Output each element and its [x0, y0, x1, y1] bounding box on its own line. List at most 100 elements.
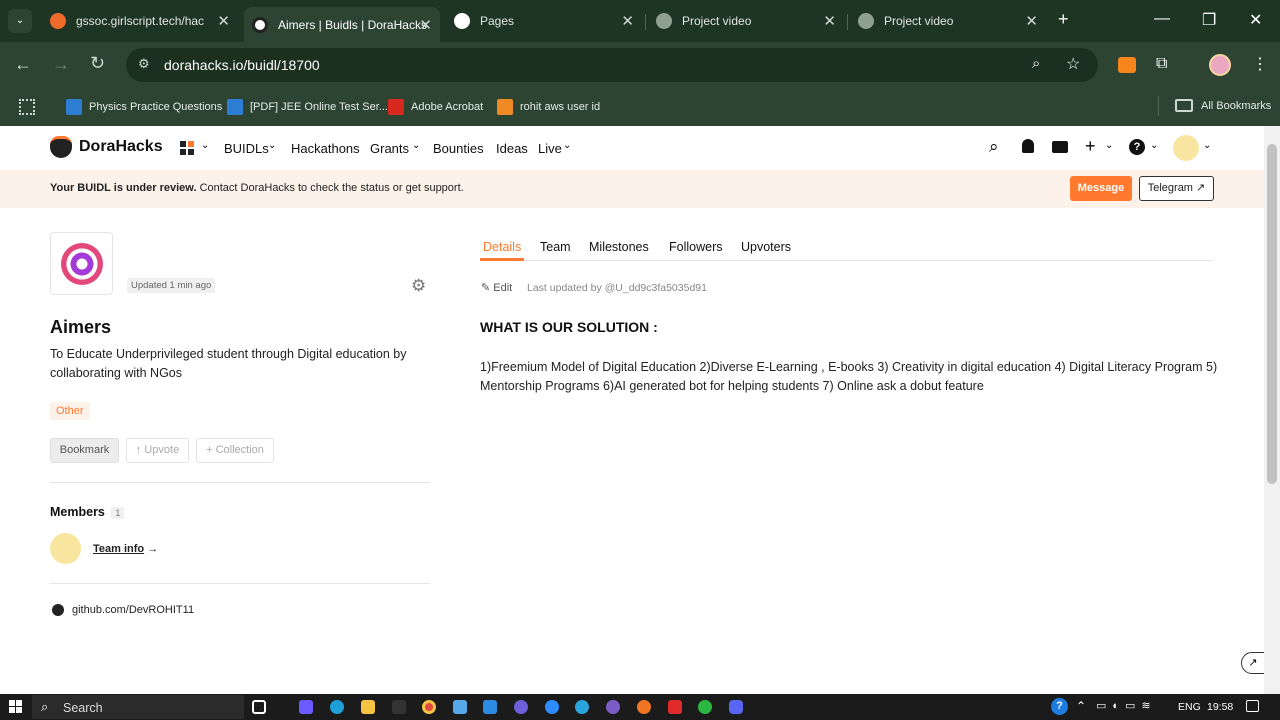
- create-plus-icon[interactable]: +: [1085, 136, 1096, 157]
- scrollbar-thumb[interactable]: [1267, 144, 1277, 484]
- settings-gear-icon[interactable]: ⚙: [411, 276, 426, 296]
- team-info-link[interactable]: Team info →: [93, 543, 158, 555]
- apps-grid-icon[interactable]: [19, 99, 35, 115]
- share-floating-icon[interactable]: ↗: [1241, 652, 1265, 674]
- nav-bounties[interactable]: Bounties: [433, 141, 484, 156]
- bookmark-jee[interactable]: [PDF] JEE Online Test Ser...: [227, 99, 388, 115]
- clock[interactable]: 19:58: [1207, 701, 1233, 713]
- file-explorer-icon[interactable]: [361, 700, 375, 714]
- close-tab-icon[interactable]: ✕: [823, 12, 836, 30]
- tray-chevron-icon[interactable]: ⌃: [1076, 699, 1086, 713]
- metamask-extension-icon[interactable]: [1118, 57, 1136, 73]
- edit-button[interactable]: ✎ Edit: [481, 281, 512, 294]
- close-window-icon[interactable]: ✕: [1249, 10, 1262, 30]
- tab-gssoc[interactable]: gssoc.girlscript.tech/hack-w ✕: [42, 7, 238, 35]
- tab-details[interactable]: Details: [483, 240, 521, 254]
- bookmark-physics[interactable]: Physics Practice Questions: [66, 99, 222, 115]
- member-avatar[interactable]: [50, 533, 81, 564]
- telegram-button[interactable]: Telegram ↗: [1139, 176, 1214, 201]
- tab-aimers[interactable]: Aimers | Buidls | DoraHacks ✕: [244, 7, 440, 42]
- firefox-icon[interactable]: [637, 700, 651, 714]
- bell-icon[interactable]: [1022, 139, 1034, 153]
- user-avatar[interactable]: [1173, 135, 1199, 161]
- forward-icon[interactable]: →: [52, 54, 70, 75]
- tab-upvoters[interactable]: Upvoters: [741, 240, 791, 254]
- team-info-label: Team info: [93, 543, 145, 555]
- bookmarks-bar: Physics Practice Questions [PDF] JEE Onl…: [0, 88, 1280, 126]
- back-icon[interactable]: ←: [14, 54, 32, 75]
- minimize-icon[interactable]: —: [1154, 10, 1170, 28]
- nav-buidls[interactable]: BUIDLs: [224, 141, 269, 156]
- category-tag[interactable]: Other: [50, 402, 90, 420]
- search-placeholder: Search: [63, 701, 103, 715]
- tab-title: Project video: [884, 14, 954, 28]
- profile-avatar[interactable]: [1209, 54, 1231, 76]
- system-tray-icons[interactable]: ▭◐▭≋: [1096, 699, 1157, 712]
- tab-search-button[interactable]: ⌄: [8, 9, 32, 33]
- nav-ideas[interactable]: Ideas: [496, 141, 528, 156]
- youtube-icon[interactable]: [668, 700, 682, 714]
- tab-project-video-1[interactable]: Project video ✕: [648, 7, 844, 35]
- media-player-icon[interactable]: [514, 700, 528, 714]
- page-scrollbar[interactable]: [1264, 126, 1280, 694]
- zoom-app-icon[interactable]: [545, 700, 559, 714]
- chevron-down-icon: ⌄: [1203, 140, 1212, 151]
- tab-project-video-2[interactable]: Project video ✕: [850, 7, 1046, 35]
- nav-grants[interactable]: Grants: [370, 141, 409, 156]
- tab-followers[interactable]: Followers: [669, 240, 723, 254]
- message-button[interactable]: Message: [1070, 176, 1132, 201]
- tab-title: Pages: [480, 14, 515, 28]
- lightning-app-icon[interactable]: [392, 700, 406, 714]
- tabs-underline: [480, 260, 1213, 261]
- site-info-icon[interactable]: ⚙: [138, 56, 150, 72]
- chrome-icon[interactable]: [422, 700, 436, 714]
- maximize-icon[interactable]: ❐: [1202, 10, 1216, 30]
- browser-menu-icon[interactable]: ⋮: [1252, 54, 1268, 74]
- zoom-icon[interactable]: ⌕: [1032, 55, 1040, 72]
- help-tray-icon[interactable]: ?: [1051, 698, 1068, 715]
- tab-milestones[interactable]: Milestones: [589, 240, 649, 254]
- bookmark-aws[interactable]: rohit aws user id: [497, 99, 600, 115]
- windows-start-icon[interactable]: [9, 700, 22, 713]
- app-icon[interactable]: [453, 700, 467, 714]
- star-icon[interactable]: ☆: [1066, 54, 1080, 74]
- tab-team[interactable]: Team: [540, 240, 571, 254]
- edge-icon[interactable]: [330, 700, 344, 714]
- github-link[interactable]: github.com/DevROHIT11: [72, 604, 194, 616]
- nav-live[interactable]: Live: [538, 141, 562, 156]
- discord-icon[interactable]: [729, 700, 743, 714]
- address-bar[interactable]: ⚙ dorahacks.io/buidl/18700 ⌕ ☆: [126, 48, 1098, 82]
- help-icon[interactable]: ?: [1129, 139, 1145, 155]
- bookmark-adobe[interactable]: Adobe Acrobat: [388, 99, 483, 115]
- dorahacks-page: DoraHacks ⌄ BUIDLs ⌄ Hackathons Grants ⌄ B…: [0, 126, 1265, 694]
- all-bookmarks-label: All Bookmarks: [1201, 99, 1272, 112]
- github-desktop-icon[interactable]: [606, 700, 620, 714]
- close-tab-icon[interactable]: ✕: [621, 12, 634, 30]
- bookmark-label: Adobe Acrobat: [411, 101, 484, 113]
- taskbar-search[interactable]: ⌕ Search: [32, 695, 244, 719]
- dorahacks-logo[interactable]: DoraHacks: [50, 136, 163, 158]
- solution-body: 1)Freemium Model of Digital Education 2)…: [480, 360, 1218, 393]
- vscode-icon[interactable]: [483, 700, 497, 714]
- task-view-icon[interactable]: [252, 700, 266, 714]
- bookmark-button[interactable]: Bookmark: [50, 438, 119, 463]
- whatsapp-icon[interactable]: [698, 700, 712, 714]
- new-tab-button[interactable]: +: [1058, 9, 1069, 30]
- tab-pages[interactable]: Pages ✕: [446, 7, 642, 35]
- close-tab-icon[interactable]: ✕: [217, 12, 230, 30]
- close-tab-icon[interactable]: ✕: [419, 16, 432, 34]
- search-icon[interactable]: ⌕: [989, 137, 999, 157]
- telegram-icon[interactable]: [575, 700, 589, 714]
- collection-button[interactable]: + Collection: [196, 438, 274, 463]
- nav-hackathons[interactable]: Hackathons: [291, 141, 360, 156]
- all-bookmarks[interactable]: All Bookmarks: [1175, 99, 1271, 112]
- language-indicator[interactable]: ENG: [1178, 701, 1201, 713]
- apps-menu-icon[interactable]: [180, 141, 194, 155]
- mail-icon[interactable]: [1052, 141, 1068, 153]
- copilot-icon[interactable]: [299, 700, 313, 714]
- extensions-icon[interactable]: ⧉: [1156, 55, 1167, 73]
- notifications-icon[interactable]: [1246, 700, 1259, 712]
- close-tab-icon[interactable]: ✕: [1025, 12, 1038, 30]
- reload-icon[interactable]: ↻: [90, 53, 105, 74]
- upvote-button[interactable]: ↑ Upvote: [126, 438, 189, 463]
